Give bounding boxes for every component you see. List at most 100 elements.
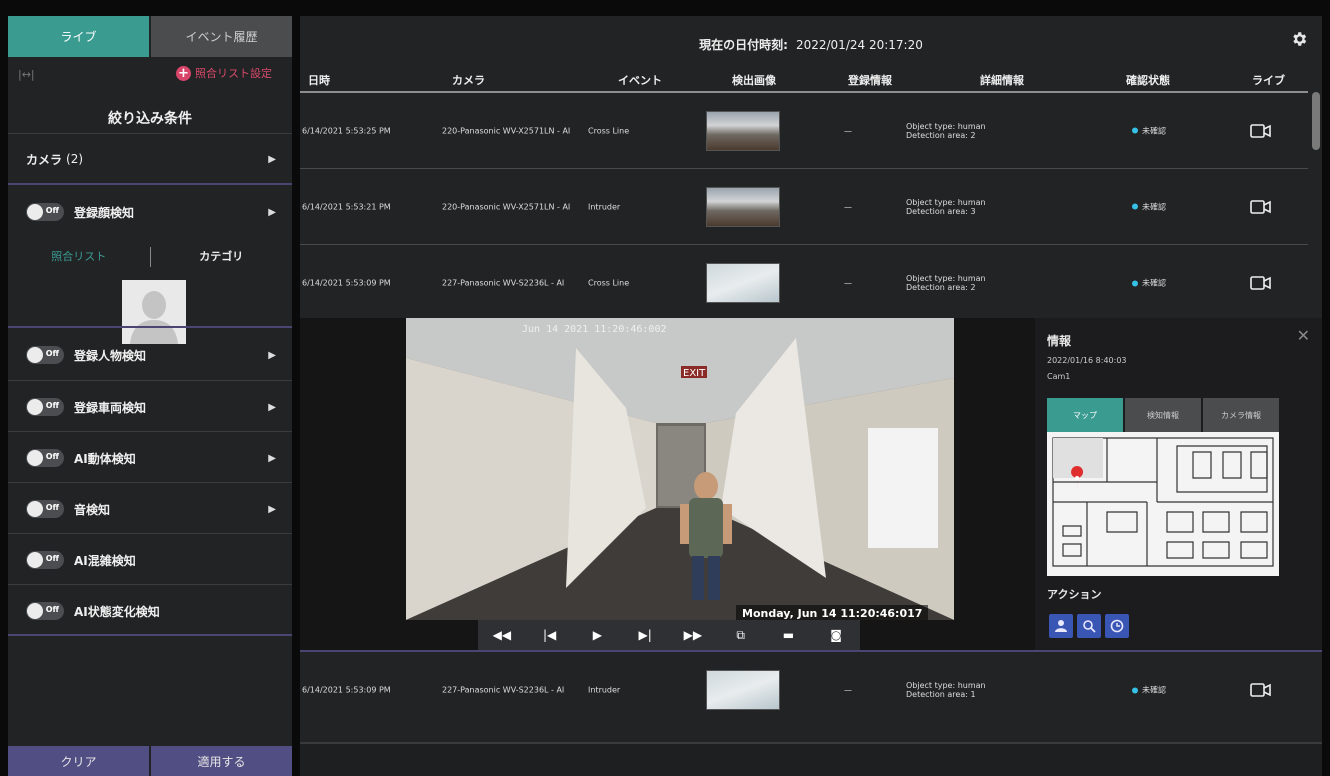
table-row[interactable]: 6/14/2021 5:53:25 PM 220-Panasonic WV-X2… bbox=[300, 93, 1308, 169]
status-dot-icon bbox=[1132, 687, 1138, 693]
filter-row-sound[interactable]: Off 音検知 ▶ bbox=[8, 495, 292, 523]
column-header[interactable]: 検出画像 bbox=[732, 72, 776, 88]
cell-datetime: 6/14/2021 5:53:21 PM bbox=[302, 202, 391, 211]
filter-row-motion[interactable]: Off AI動体検知 ▶ bbox=[8, 444, 292, 472]
face-detect-toggle[interactable]: Off bbox=[26, 203, 64, 221]
close-icon[interactable]: ✕ bbox=[1297, 326, 1310, 345]
subtab-match-list[interactable]: 照合リスト bbox=[8, 247, 151, 267]
sound-detect-toggle[interactable]: Off bbox=[26, 500, 64, 518]
person-search-button[interactable] bbox=[1049, 614, 1073, 638]
detection-thumbnail[interactable] bbox=[706, 670, 780, 710]
tab-live[interactable]: ライブ bbox=[8, 16, 149, 57]
match-list-settings-label: 照合リスト設定 bbox=[195, 67, 272, 80]
datetime-label: 現在の日付時刻: bbox=[699, 38, 788, 52]
divider bbox=[8, 183, 292, 185]
status-badge[interactable]: 未確認 bbox=[1132, 125, 1166, 136]
divider bbox=[8, 533, 292, 534]
camera-icon[interactable]: ◙ bbox=[821, 628, 851, 642]
video-playback: EXIT Jun 14 2021 11:20:46:002 Monday, Ju… bbox=[300, 318, 1035, 650]
detection-thumbnail[interactable] bbox=[706, 186, 780, 227]
camera-filter-row[interactable]: カメラ (2) ▶ bbox=[8, 134, 292, 184]
video-frame[interactable]: EXIT Jun 14 2021 11:20:46:002 Monday, Ju… bbox=[406, 318, 954, 620]
column-header[interactable]: ライブ bbox=[1252, 72, 1285, 88]
hallway-video-image: EXIT bbox=[406, 318, 954, 620]
video-camera-icon[interactable] bbox=[1250, 683, 1272, 697]
column-header[interactable]: 登録情報 bbox=[848, 72, 892, 88]
table-row[interactable]: 6/14/2021 5:53:21 PM 220-Panasonic WV-X2… bbox=[300, 169, 1308, 245]
status-badge[interactable]: 未確認 bbox=[1132, 685, 1166, 696]
filter-row-state-change[interactable]: Off AI状態変化検知 bbox=[8, 597, 292, 625]
face-subtabs: 照合リスト カテゴリ bbox=[8, 243, 292, 271]
tab-detection-info[interactable]: 検知情報 bbox=[1125, 398, 1201, 432]
detail-object-type: Object type: human bbox=[906, 197, 986, 207]
clear-button[interactable]: クリア bbox=[8, 746, 149, 776]
video-camera-icon[interactable] bbox=[1250, 276, 1272, 290]
divider bbox=[8, 431, 292, 432]
tab-map[interactable]: マップ bbox=[1047, 398, 1123, 432]
column-header[interactable]: カメラ bbox=[452, 72, 485, 88]
face-avatar-placeholder bbox=[122, 280, 186, 344]
status-badge[interactable]: 未確認 bbox=[1132, 278, 1166, 289]
cell-registration: — bbox=[844, 278, 852, 288]
rewind-icon[interactable]: ◀◀ bbox=[487, 628, 517, 642]
detail-area: Detection area: 1 bbox=[906, 690, 976, 699]
column-header[interactable]: 詳細情報 bbox=[980, 72, 1024, 88]
column-header[interactable]: 確認状態 bbox=[1126, 72, 1170, 88]
column-header[interactable]: 日時 bbox=[308, 72, 330, 88]
clip-icon[interactable]: ▬ bbox=[773, 628, 803, 642]
tab-camera-info[interactable]: カメラ情報 bbox=[1203, 398, 1279, 432]
zoom-search-button[interactable] bbox=[1077, 614, 1101, 638]
divider bbox=[8, 584, 292, 585]
filter-row-face[interactable]: Off 登録顔検知 ▶ bbox=[8, 198, 292, 226]
state-change-detect-toggle[interactable]: Off bbox=[26, 602, 64, 620]
cell-event: Cross Line bbox=[588, 126, 630, 135]
next-frame-icon[interactable]: ▶| bbox=[630, 628, 660, 642]
filter-row-person[interactable]: Off 登録人物検知 ▶ bbox=[8, 341, 292, 369]
info-tabs: マップ 検知情報 カメラ情報 bbox=[1047, 398, 1279, 432]
column-header[interactable]: イベント bbox=[618, 72, 662, 88]
table-row[interactable]: 6/14/2021 5:53:09 PM 227-Panasonic WV-S2… bbox=[300, 652, 1308, 728]
gear-icon[interactable] bbox=[1290, 30, 1308, 48]
vehicle-detect-toggle[interactable]: Off bbox=[26, 398, 64, 416]
playback-controls: ◀◀ |◀ ▶ ▶| ▶▶ ⧉ ▬ ◙ bbox=[478, 620, 860, 650]
table-row[interactable]: 6/14/2021 5:53:09 PM 227-Panasonic WV-S2… bbox=[300, 245, 1308, 321]
status-dot-icon bbox=[1132, 203, 1138, 210]
person-silhouette-icon bbox=[122, 280, 186, 344]
cell-datetime: 6/14/2021 5:53:09 PM bbox=[302, 685, 391, 695]
cell-camera: 227-Panasonic WV-S2236L - AI bbox=[442, 278, 565, 288]
cell-event: Intruder bbox=[588, 685, 621, 695]
motion-detect-toggle[interactable]: Off bbox=[26, 449, 64, 467]
filter-row-vehicle[interactable]: Off 登録車両検知 ▶ bbox=[8, 393, 292, 421]
subtab-category[interactable]: カテゴリ bbox=[151, 243, 293, 271]
detection-thumbnail[interactable] bbox=[706, 263, 780, 303]
external-icon[interactable]: ⧉ bbox=[726, 628, 756, 643]
chevron-right-icon: ▶ bbox=[268, 452, 276, 464]
video-camera-icon[interactable] bbox=[1250, 199, 1272, 214]
scrollbar[interactable] bbox=[1312, 92, 1320, 150]
floor-map[interactable] bbox=[1047, 432, 1279, 576]
status-badge[interactable]: 未確認 bbox=[1132, 201, 1166, 212]
match-list-settings-link[interactable]: + 照合リスト設定 bbox=[176, 65, 272, 81]
status-text: 未確認 bbox=[1142, 278, 1166, 288]
fast-forward-icon[interactable]: ▶▶ bbox=[678, 628, 708, 642]
apply-button[interactable]: 適用する bbox=[151, 746, 292, 776]
table-header: 日時 カメラ イベント 検出画像 登録情報 詳細情報 確認状態 ライブ bbox=[300, 72, 1308, 92]
clock-action-button[interactable] bbox=[1105, 614, 1129, 638]
crowd-detect-toggle[interactable]: Off bbox=[26, 551, 64, 569]
sidebar-toolbar: |↔| + 照合リスト設定 bbox=[8, 57, 292, 97]
divider bbox=[8, 380, 292, 381]
prev-frame-icon[interactable]: |◀ bbox=[535, 628, 565, 642]
filter-label: AI混雑検知 bbox=[74, 553, 136, 568]
tab-event-history[interactable]: イベント履歴 bbox=[151, 16, 292, 57]
filter-row-crowd[interactable]: Off AI混雑検知 bbox=[8, 546, 292, 574]
expand-width-icon[interactable]: |↔| bbox=[18, 68, 35, 81]
cell-camera: 220-Panasonic WV-X2571LN - AI bbox=[442, 202, 571, 211]
camera-filter-label: カメラ bbox=[26, 152, 63, 167]
actions-label: アクション bbox=[1047, 588, 1102, 601]
detection-thumbnail[interactable] bbox=[706, 110, 780, 151]
video-camera-icon[interactable] bbox=[1250, 123, 1272, 138]
person-detect-toggle[interactable]: Off bbox=[26, 346, 64, 364]
play-icon[interactable]: ▶ bbox=[582, 628, 612, 642]
table-footer bbox=[300, 742, 1322, 776]
camera-filter-count: (2) bbox=[66, 152, 84, 166]
